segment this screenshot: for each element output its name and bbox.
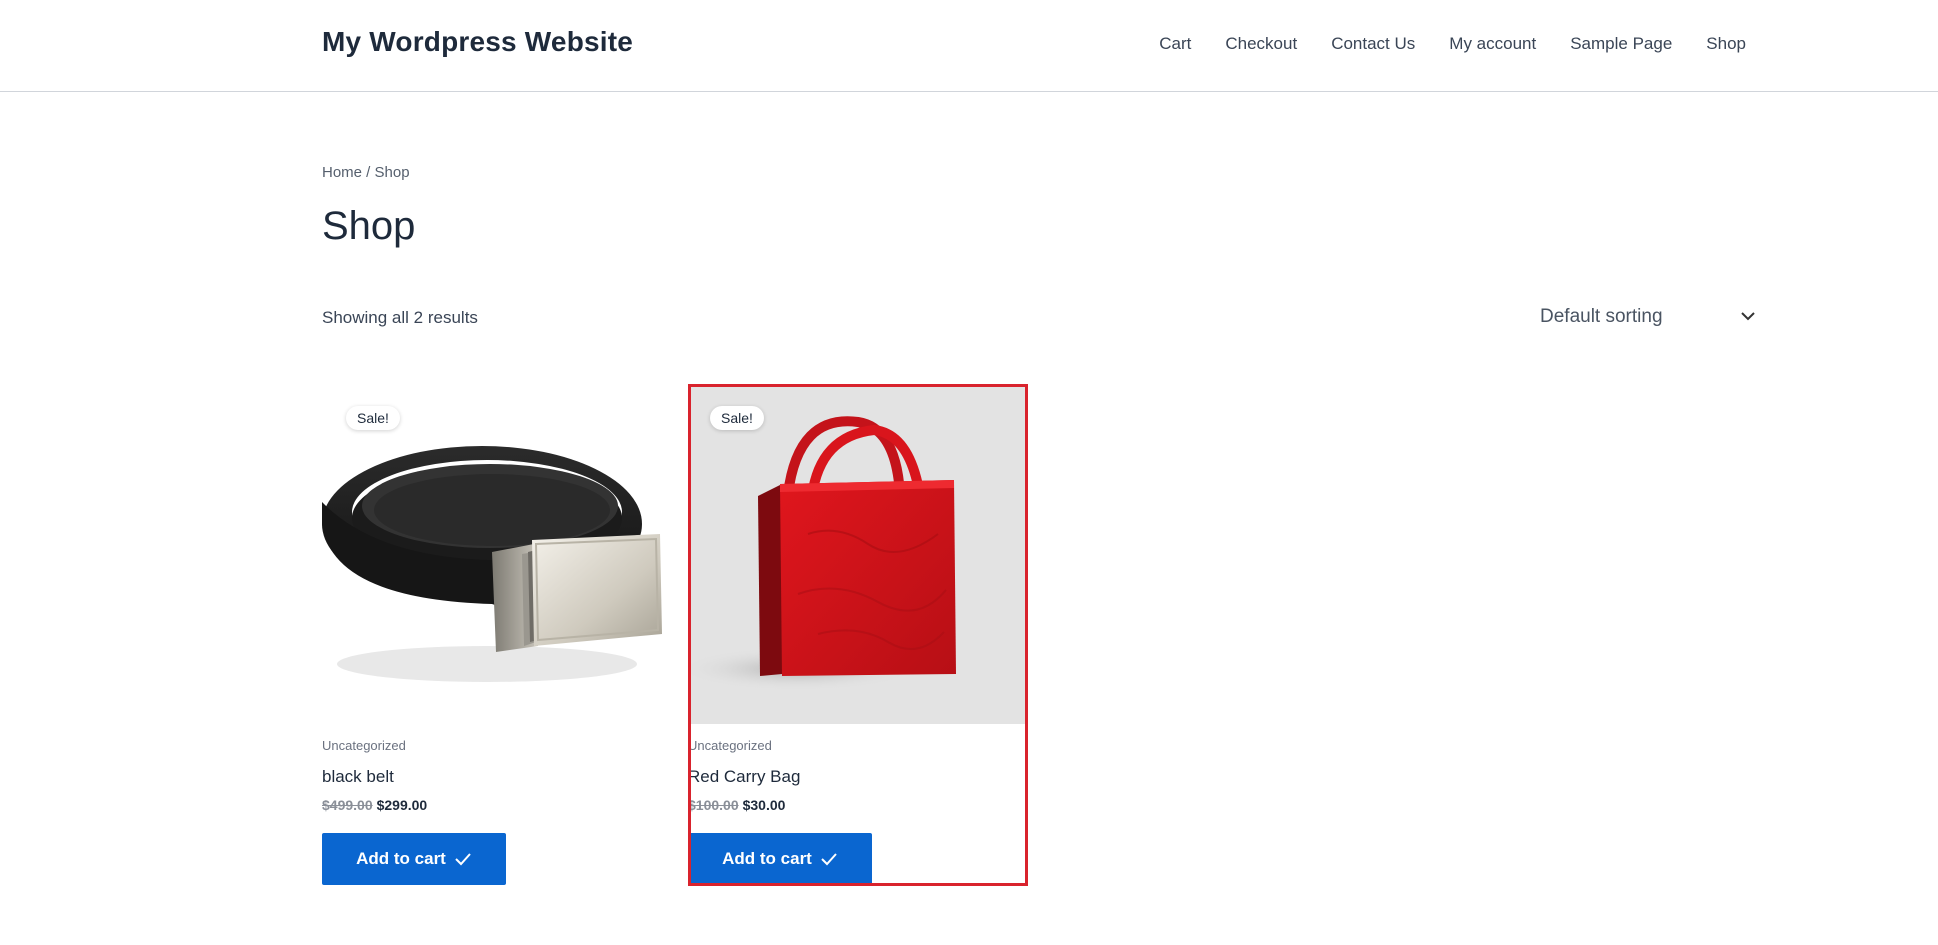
breadcrumb-current: Shop: [374, 164, 410, 181]
old-price: $100.00: [688, 797, 739, 813]
black-belt-illustration: [322, 446, 662, 682]
check-icon: [821, 853, 837, 866]
site-header: My Wordpress Website Cart Checkout Conta…: [0, 0, 1938, 92]
add-to-cart-button[interactable]: Add to cart: [688, 833, 872, 885]
add-to-cart-label: Add to cart: [722, 849, 812, 868]
product-image-red-carry-bag[interactable]: Sale!: [688, 384, 1028, 724]
sort-select-value: Default sorting: [1540, 306, 1663, 327]
product-image-black-belt[interactable]: Sale!: [322, 384, 662, 724]
breadcrumb-home-link[interactable]: Home: [322, 164, 362, 181]
sale-badge: Sale!: [710, 406, 764, 430]
nav-item-cart[interactable]: Cart: [1159, 34, 1191, 54]
shop-page: My Wordpress Website Cart Checkout Conta…: [0, 0, 1938, 945]
nav-item-sample-page[interactable]: Sample Page: [1570, 34, 1672, 54]
red-carry-bag-illustration: [688, 416, 956, 691]
product-name[interactable]: Red Carry Bag: [688, 767, 800, 787]
old-price: $499.00: [322, 797, 373, 813]
nav-item-checkout[interactable]: Checkout: [1225, 34, 1297, 54]
nav-item-my-account[interactable]: My account: [1449, 34, 1536, 54]
page-title: Shop: [322, 204, 416, 248]
add-to-cart-button[interactable]: Add to cart: [322, 833, 506, 885]
product-card-highlighted: Sale! Uncategorized Red Carry Bag $100.0…: [688, 384, 1028, 886]
sale-badge: Sale!: [346, 406, 400, 430]
product-price: $499.00 $299.00: [322, 797, 427, 813]
product-category: Uncategorized: [322, 738, 406, 753]
product-name[interactable]: black belt: [322, 767, 394, 787]
nav-item-contact-us[interactable]: Contact Us: [1331, 34, 1415, 54]
check-icon: [455, 853, 471, 866]
site-title[interactable]: My Wordpress Website: [322, 26, 633, 58]
product-category: Uncategorized: [688, 738, 772, 753]
product-card: Sale! Uncategorized black belt $499.00 $2…: [322, 384, 662, 886]
breadcrumb: Home / Shop: [322, 164, 410, 181]
nav-item-shop[interactable]: Shop: [1706, 34, 1746, 54]
sale-price: $299.00: [376, 797, 428, 813]
add-to-cart-label: Add to cart: [356, 849, 446, 868]
chevron-down-icon: [1741, 312, 1755, 321]
main-navigation: Cart Checkout Contact Us My account Samp…: [1159, 34, 1746, 54]
product-price: $100.00 $30.00: [688, 797, 785, 813]
sale-price: $30.00: [742, 797, 786, 813]
sort-select[interactable]: Default sorting: [1538, 304, 1760, 334]
breadcrumb-separator: /: [362, 164, 375, 181]
result-count: Showing all 2 results: [322, 308, 478, 327]
